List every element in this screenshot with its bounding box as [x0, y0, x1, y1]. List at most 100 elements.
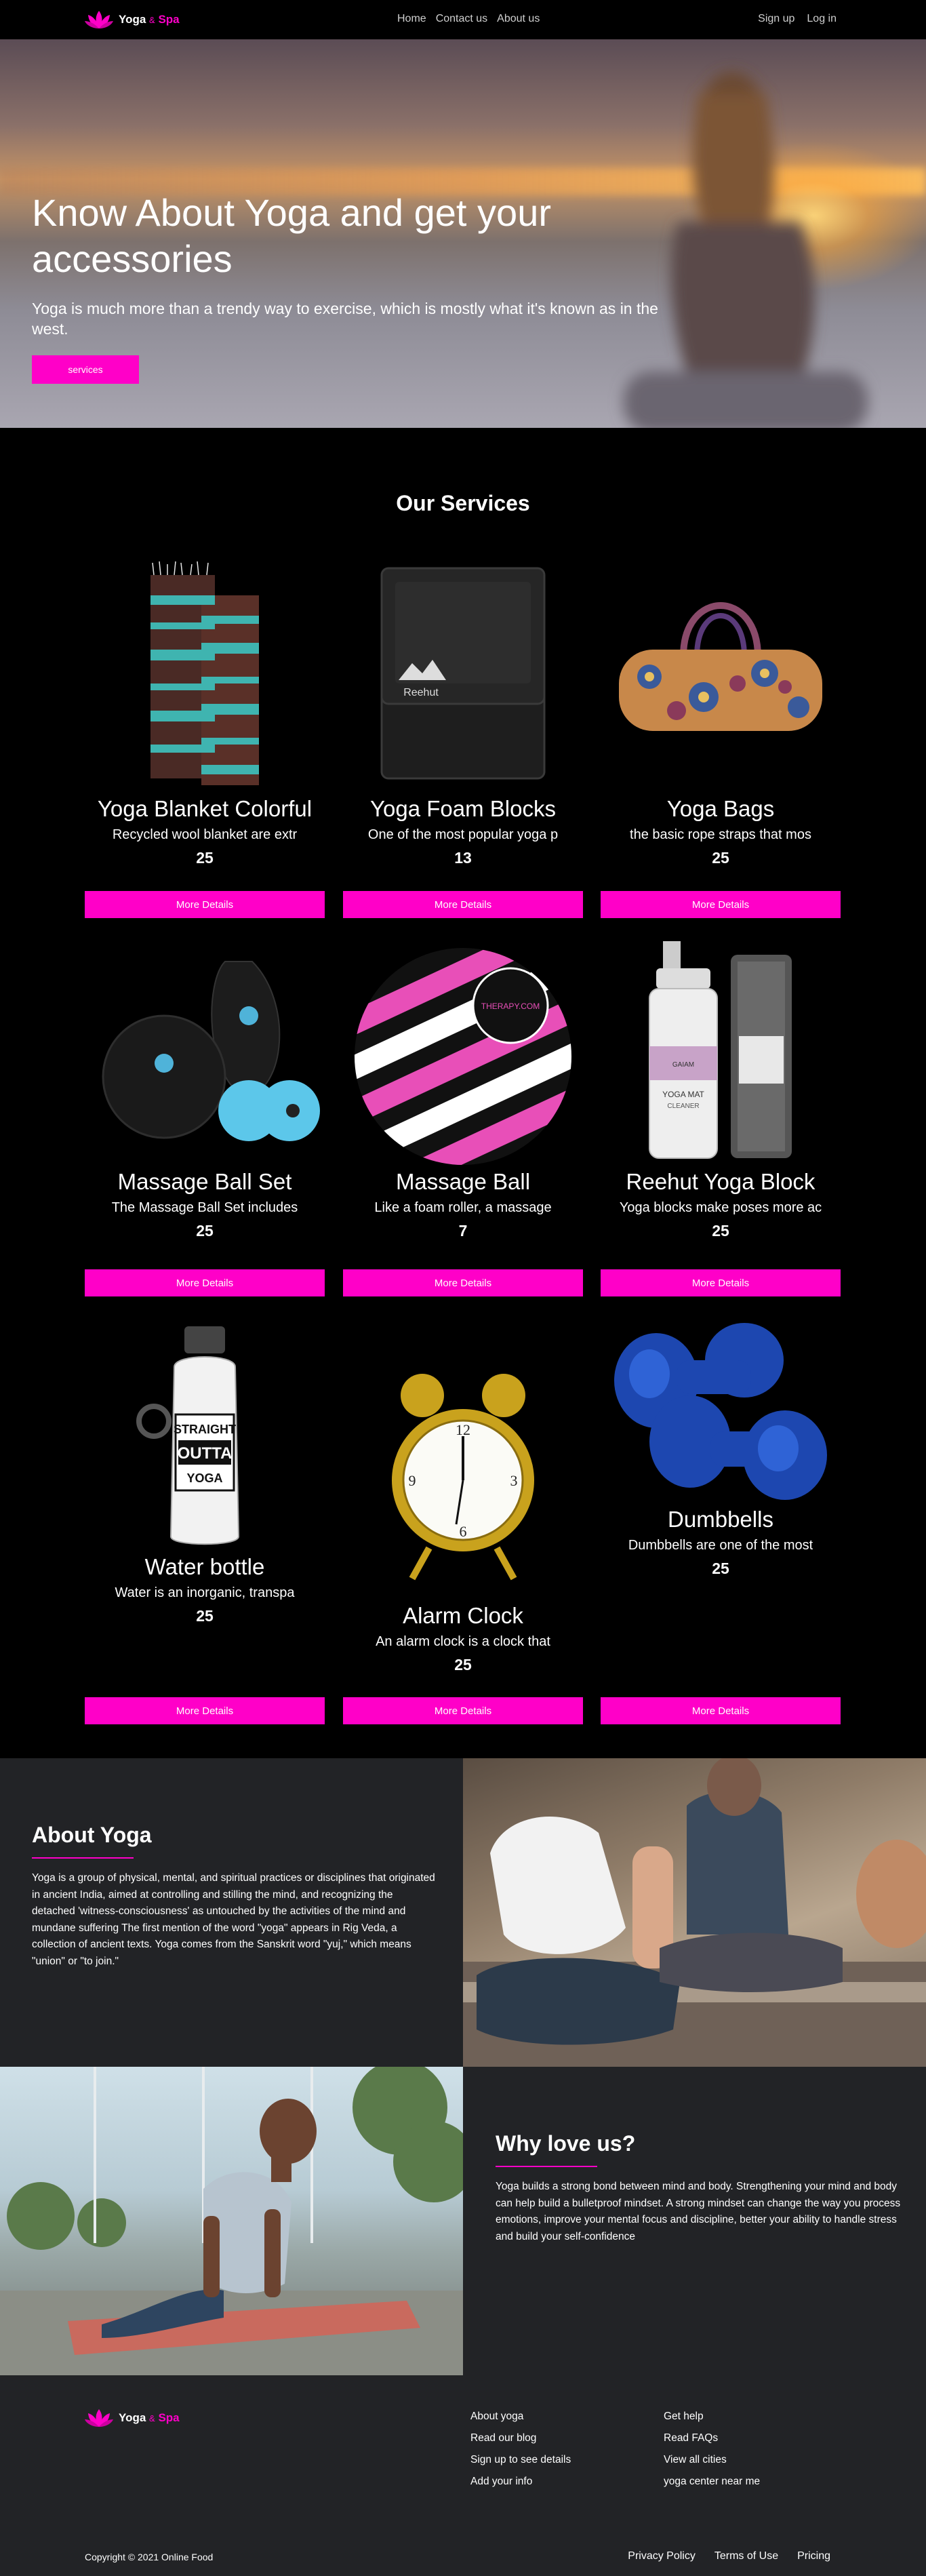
login-link[interactable]: Log in — [807, 13, 837, 25]
about-section: About Yoga Yoga is a group of physical, … — [0, 1758, 463, 2067]
cleaner-title-text: YOGA MAT — [662, 1090, 704, 1099]
about-underline — [32, 1857, 134, 1859]
about-text: Yoga is a group of physical, mental, and… — [32, 1872, 435, 1967]
lotus-icon — [85, 2409, 113, 2427]
service-name: Yoga Foam Blocks — [370, 796, 556, 821]
footer-link-cities[interactable]: View all cities — [664, 2454, 760, 2466]
services-button[interactable]: services — [32, 355, 139, 384]
service-card: Dumbbells Dumbbells are one of the most … — [601, 1320, 841, 1579]
service-description: Water is an inorganic, transpa — [115, 1585, 295, 1600]
why-title: Why love us? — [496, 2131, 636, 2156]
nav-about-link[interactable]: About us — [497, 13, 540, 25]
meditation-group-image — [463, 1758, 926, 2067]
service-price: 25 — [196, 849, 214, 867]
service-card: Massage Ball Set The Massage Ball Set in… — [85, 941, 325, 1242]
bottle-line-3: YOGA — [186, 1471, 222, 1485]
more-details-button[interactable]: More Details — [85, 1269, 325, 1296]
service-description: Like a foam roller, a massage — [374, 1200, 552, 1215]
more-details-button[interactable]: More Details — [343, 1697, 583, 1724]
mat-cleaner-image: GAIAM YOGA MAT CLEANER — [649, 941, 792, 1159]
privacy-policy-link[interactable]: Privacy Policy — [628, 2550, 696, 2562]
service-description: Dumbbells are one of the most — [628, 1538, 813, 1553]
service-card: Yoga Blanket Colorful Recycled wool blan… — [85, 555, 325, 869]
footer-brand-name: Yoga & Spa — [119, 2411, 180, 2424]
footer-link-centers[interactable]: yoga center near me — [664, 2476, 760, 2488]
service-name: Massage Ball — [395, 1169, 531, 1194]
service-name: Reehut Yoga Block — [626, 1169, 816, 1194]
more-details-button[interactable]: More Details — [601, 891, 841, 918]
top-navbar: Yoga & Spa Home Contact us About us Sign… — [0, 0, 926, 39]
blanket-image — [150, 561, 259, 785]
brand-logo[interactable]: Yoga & Spa — [85, 9, 180, 30]
footer-links-col-2: Get help Read FAQs View all cities yoga … — [664, 2411, 760, 2488]
site-footer: Yoga & Spa About yoga Read our blog Sign… — [0, 2375, 926, 2576]
service-description: Recycled wool blanket are extr — [112, 827, 298, 842]
foam-blocks-image: Reehut — [380, 567, 546, 780]
svg-text:12: 12 — [456, 1421, 470, 1438]
signup-link[interactable]: Sign up — [758, 13, 794, 25]
cleaner-brand-text: GAIAM — [672, 1061, 694, 1069]
service-name: Yoga Blanket Colorful — [97, 796, 313, 821]
more-details-button[interactable]: More Details — [343, 891, 583, 918]
more-details-button[interactable]: More Details — [343, 1269, 583, 1296]
service-price: 25 — [712, 849, 729, 867]
footer-links-col-1: About yoga Read our blog Sign up to see … — [470, 2411, 571, 2488]
hero-title: Know About Yoga and get your accessories — [32, 191, 551, 280]
svg-text:3: 3 — [510, 1472, 518, 1489]
ball-brand-text: THERAPY.COM — [481, 1002, 540, 1011]
svg-text:9: 9 — [409, 1472, 416, 1489]
service-description: The Massage Ball Set includes — [111, 1200, 298, 1215]
service-name: Alarm Clock — [403, 1603, 523, 1628]
massage-ball-image: THERAPY.COM — [355, 948, 571, 1165]
service-name: Water bottle — [144, 1554, 265, 1579]
service-description: An alarm clock is a clock that — [376, 1634, 550, 1649]
about-title: About Yoga — [32, 1823, 152, 1847]
footer-link-add-info[interactable]: Add your info — [470, 2476, 571, 2488]
cleaner-sub-text: CLEANER — [667, 1103, 699, 1110]
service-card: STRAIGHT OUTTA YOGA Water bottle Water i… — [85, 1320, 325, 1627]
more-details-button[interactable]: More Details — [601, 1269, 841, 1296]
bottle-line-1: STRAIGHT — [174, 1423, 236, 1436]
brand-name: Yoga & Spa — [119, 13, 180, 26]
service-description: the basic rope straps that mos — [630, 827, 811, 842]
svg-text:6: 6 — [460, 1523, 467, 1540]
copyright-text: Copyright © 2021 Online Food — [85, 2552, 214, 2562]
service-name: Dumbbells — [668, 1507, 773, 1532]
why-underline — [496, 2166, 597, 2167]
footer-link-about-yoga[interactable]: About yoga — [470, 2411, 571, 2423]
service-card: THERAPY.COM Massage Ball Like a foam rol… — [343, 941, 583, 1242]
footer-link-help[interactable]: Get help — [664, 2411, 760, 2423]
service-description: One of the most popular yoga p — [367, 827, 559, 842]
massage-ball-set-image — [102, 961, 320, 1141]
service-name: Yoga Bags — [666, 796, 775, 821]
nav-home-link[interactable]: Home — [397, 13, 426, 25]
dumbbells-image — [614, 1323, 827, 1500]
cobra-pose-image — [0, 2067, 463, 2375]
footer-link-signup[interactable]: Sign up to see details — [470, 2454, 571, 2466]
service-card: GAIAM YOGA MAT CLEANER Reehut Yoga Block… — [601, 941, 841, 1242]
services-heading: Our Services — [396, 491, 530, 515]
more-details-button[interactable]: More Details — [85, 891, 325, 918]
why-text: Yoga builds a strong bond between mind a… — [496, 2181, 901, 2242]
lotus-icon — [85, 11, 113, 28]
service-card: Reehut Yoga Foam Blocks One of the most … — [343, 555, 583, 869]
water-bottle-image: STRAIGHT OUTTA YOGA — [136, 1326, 240, 1545]
service-price: 7 — [458, 1222, 468, 1240]
alarm-clock-image: 12 3 6 9 — [392, 1374, 534, 1581]
pricing-link[interactable]: Pricing — [797, 2550, 830, 2562]
yoga-bag-image — [619, 602, 822, 731]
terms-of-use-link[interactable]: Terms of Use — [714, 2550, 778, 2562]
footer-logo[interactable]: Yoga & Spa — [85, 2408, 180, 2428]
footer-link-faqs[interactable]: Read FAQs — [664, 2432, 760, 2444]
hero-banner: Know About Yoga and get your accessories… — [0, 39, 926, 428]
service-price: 25 — [712, 1560, 729, 1577]
more-details-button[interactable]: More Details — [85, 1697, 325, 1724]
hero-subtitle: Yoga is much more than a trendy way to e… — [32, 300, 658, 338]
service-name: Massage Ball Set — [117, 1169, 292, 1194]
why-section: Why love us? Yoga builds a strong bond b… — [463, 2067, 926, 2375]
footer-link-blog[interactable]: Read our blog — [470, 2432, 571, 2444]
nav-contact-link[interactable]: Contact us — [436, 13, 487, 25]
more-details-button[interactable]: More Details — [601, 1697, 841, 1724]
service-price: 25 — [196, 1222, 214, 1240]
meditating-woman-silhouette — [624, 72, 868, 428]
